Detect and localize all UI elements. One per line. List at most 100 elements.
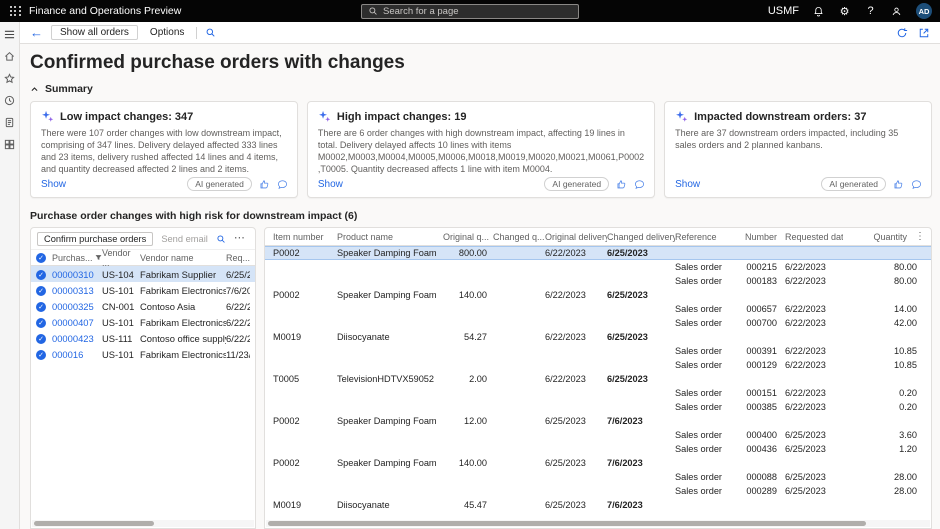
cell-vendor: US-104 — [102, 269, 140, 280]
workspaces-icon[interactable] — [4, 138, 16, 150]
open-in-new-window-icon[interactable] — [918, 27, 930, 39]
po-line-row[interactable]: M0019Diisocyanate54.276/22/20236/25/2023 — [265, 330, 931, 344]
cell-product-name: Speaker Damping Foam — [337, 416, 443, 426]
col-changed-qty[interactable]: Changed q... — [493, 232, 545, 242]
po-link[interactable]: 00000310 — [52, 269, 94, 280]
grid-more-icon[interactable]: ⋮ — [915, 231, 925, 242]
po-row[interactable]: ✓00000325CN-001Contoso Asia6/22/20 — [31, 298, 255, 314]
po-line-row[interactable]: P0002Speaker Damping Foam140.006/25/2023… — [265, 456, 931, 470]
col-vendor[interactable]: Vendor ... — [102, 248, 140, 268]
form-document-icon[interactable] — [4, 116, 16, 128]
downstream-order-row[interactable]: Sales order0004366/25/20231.20 — [265, 442, 931, 456]
company-picker[interactable]: USMF — [768, 5, 799, 17]
col-original-delivery[interactable]: Original delivery d... — [545, 232, 607, 242]
downstream-order-row[interactable]: Sales order0002896/25/202328.00 — [265, 484, 931, 498]
show-all-orders-button[interactable]: Show all orders — [51, 25, 138, 40]
app-launcher-icon[interactable] — [10, 6, 21, 17]
grid-search-icon[interactable] — [216, 234, 226, 244]
send-email-button[interactable]: Send email — [161, 234, 208, 244]
star-favorites-icon[interactable] — [4, 72, 16, 84]
row-checkbox[interactable]: ✓ — [36, 318, 46, 328]
impact-lines-panel: Item number Product name Original q... C… — [264, 227, 932, 529]
cell-vendor-name: Contoso Asia — [140, 301, 226, 312]
confirm-purchase-orders-button[interactable]: Confirm purchase orders — [37, 232, 153, 246]
cell-original-delivery: 6/22/2023 — [545, 332, 607, 342]
downstream-order-row[interactable]: Sales order0002156/22/202380.00 — [265, 260, 931, 274]
downstream-order-row[interactable]: Sales order0003916/22/202310.85 — [265, 344, 931, 358]
po-link[interactable]: 00000325 — [52, 301, 94, 312]
row-checkbox[interactable]: ✓ — [36, 286, 46, 296]
copilot-sparkle-icon — [41, 110, 54, 123]
po-link[interactable]: 00000423 — [52, 333, 94, 344]
cell-reference: Sales order — [675, 402, 733, 412]
po-row[interactable]: ✓00000423US-111Contoso office supply6/22… — [31, 330, 255, 346]
downstream-order-row[interactable]: Sales order0006576/22/202314.00 — [265, 302, 931, 316]
col-product-name[interactable]: Product name — [337, 232, 443, 242]
horizontal-scrollbar[interactable] — [32, 520, 254, 527]
select-all-checkbox[interactable]: ✓ — [36, 253, 46, 263]
show-link[interactable]: Show — [41, 179, 66, 190]
downstream-order-row[interactable]: Sales order0007006/22/202342.00 — [265, 316, 931, 330]
cell-vendor: US-101 — [102, 285, 140, 296]
col-number[interactable]: Number — [733, 232, 777, 242]
po-line-row[interactable]: M0019Diisocyanate45.476/25/20237/6/2023 — [265, 498, 931, 512]
chat-feedback-icon[interactable] — [277, 179, 288, 190]
thumbs-up-icon[interactable] — [893, 179, 904, 190]
cell-changed-delivery: 6/25/2023 — [607, 248, 675, 258]
po-row[interactable]: ✓00000407US-101Fabrikam Electronics6/22/… — [31, 314, 255, 330]
summary-section-toggle[interactable]: Summary — [30, 83, 932, 95]
chat-feedback-icon[interactable] — [634, 179, 645, 190]
thumbs-up-icon[interactable] — [259, 179, 270, 190]
menu-icon[interactable] — [4, 28, 16, 40]
po-line-row[interactable]: P0002Speaker Damping Foam140.006/22/2023… — [265, 288, 931, 302]
po-line-row[interactable]: P0002Speaker Damping Foam12.006/25/20237… — [265, 414, 931, 428]
po-link[interactable]: 00000407 — [52, 317, 94, 328]
avatar[interactable]: AD — [916, 3, 932, 19]
row-checkbox[interactable]: ✓ — [36, 270, 46, 280]
po-line-row[interactable]: T0005TelevisionHDTVX590522.006/22/20236/… — [265, 372, 931, 386]
options-menu[interactable]: Options — [146, 26, 188, 39]
actionbar-search-icon[interactable] — [205, 27, 216, 38]
row-checkbox[interactable]: ✓ — [36, 302, 46, 312]
po-link[interactable]: 000016 — [52, 349, 83, 360]
po-row[interactable]: ✓00000310US-104Fabrikam Supplier6/25/20 — [31, 266, 255, 282]
row-checkbox[interactable]: ✓ — [36, 350, 46, 360]
po-line-row[interactable]: P0002Speaker Damping Foam800.006/22/2023… — [265, 246, 931, 260]
row-checkbox[interactable]: ✓ — [36, 334, 46, 344]
downstream-order-row[interactable]: Sales order0001516/22/20230.20 — [265, 386, 931, 400]
show-link[interactable]: Show — [318, 179, 343, 190]
back-arrow-icon[interactable]: ← — [30, 26, 43, 39]
home-icon[interactable] — [4, 50, 16, 62]
clock-recent-icon[interactable] — [4, 94, 16, 106]
po-row[interactable]: ✓00000313US-101Fabrikam Electronics7/6/2… — [31, 282, 255, 298]
col-requested[interactable]: Req... — [226, 253, 250, 263]
po-link[interactable]: 00000313 — [52, 285, 94, 296]
col-quantity[interactable]: Quantity — [843, 232, 915, 242]
settings-gear-icon[interactable]: ⚙ — [838, 5, 851, 18]
col-vendor-name[interactable]: Vendor name — [140, 253, 226, 263]
col-requested-date[interactable]: Requested date — [777, 232, 843, 242]
po-row[interactable]: ✓000016US-101Fabrikam Electronics11/23/2 — [31, 346, 255, 362]
refresh-icon[interactable] — [896, 27, 908, 39]
col-changed-delivery[interactable]: Changed delivery d... — [607, 232, 675, 242]
page-search-input[interactable]: Search for a page — [361, 4, 579, 19]
notifications-icon[interactable] — [812, 6, 825, 17]
downstream-order-row[interactable]: Sales order0003856/22/20230.20 — [265, 400, 931, 414]
help-icon[interactable]: ? — [864, 5, 877, 17]
chat-feedback-icon[interactable] — [911, 179, 922, 190]
col-original-qty[interactable]: Original q... — [443, 232, 493, 242]
person-icon[interactable] — [890, 6, 903, 17]
downstream-order-row[interactable]: Sales order0004006/25/20233.60 — [265, 428, 931, 442]
downstream-order-row[interactable]: Sales order0000886/25/202328.00 — [265, 470, 931, 484]
col-item-number[interactable]: Item number — [273, 232, 337, 242]
horizontal-scrollbar[interactable] — [266, 520, 930, 527]
thumbs-up-icon[interactable] — [616, 179, 627, 190]
toolbar-more-icon[interactable]: ⋯ — [234, 233, 245, 244]
downstream-order-row[interactable]: Sales order0001296/22/202310.85 — [265, 358, 931, 372]
col-reference[interactable]: Reference — [675, 232, 733, 242]
scrollbar-thumb[interactable] — [34, 521, 154, 526]
scrollbar-thumb[interactable] — [268, 521, 866, 526]
ai-generated-badge: AI generated — [544, 177, 609, 191]
show-link[interactable]: Show — [675, 179, 700, 190]
downstream-order-row[interactable]: Sales order0001836/22/202380.00 — [265, 274, 931, 288]
